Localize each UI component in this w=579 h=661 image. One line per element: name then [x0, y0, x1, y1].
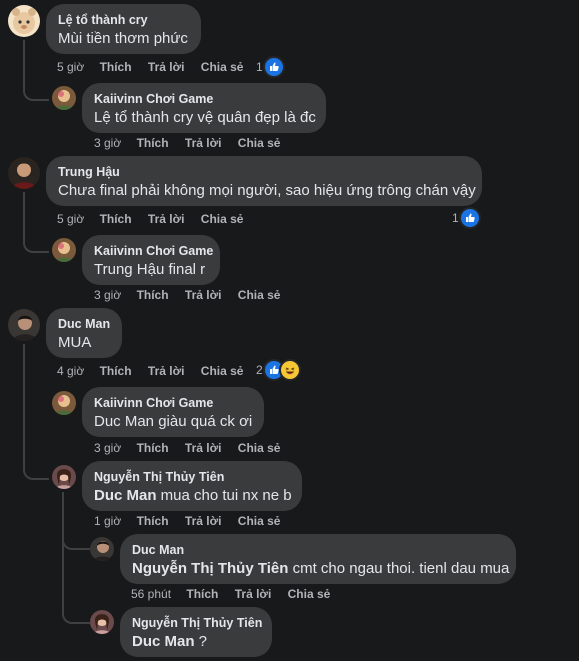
comment-bubble: Duc Man Nguyễn Thị Thủy Tiên cmt cho nga…: [120, 534, 516, 584]
like-button[interactable]: Thích: [100, 60, 132, 74]
like-button[interactable]: Thích: [137, 136, 169, 150]
comment-bubble: Nguyễn Thị Thủy Tiên Duc Man ?: [120, 607, 272, 657]
like-icon: [458, 207, 481, 229]
reply-button[interactable]: Trả lời: [185, 136, 222, 150]
comment-bubble: Kaiivinn Chơi Game Lệ tổ thành cry vệ qu…: [82, 83, 326, 133]
comment-actions: 3 giờ Thích Trả lời Chia sẻ: [94, 135, 280, 151]
comment-text: Lệ tổ thành cry vệ quân đẹp là đc: [94, 109, 316, 126]
comment-actions: 5 giờ Thích Trả lời Chia sẻ: [57, 59, 243, 75]
commenter-name[interactable]: Kaiivinn Chơi Game: [94, 243, 213, 259]
avatar[interactable]: [90, 537, 114, 561]
like-icon: [262, 56, 285, 78]
like-button[interactable]: Thích: [137, 441, 169, 455]
avatar[interactable]: [8, 5, 40, 37]
comment-bubble: Kaiivinn Chơi Game Duc Man giàu quá ck ơ…: [82, 387, 264, 437]
share-button[interactable]: Chia sẻ: [288, 587, 331, 601]
comment-time[interactable]: 3 giờ: [94, 136, 121, 150]
comment-body: ?: [194, 633, 208, 650]
comment-bubble: Duc Man MUA: [46, 308, 122, 358]
share-button[interactable]: Chia sẻ: [238, 514, 281, 528]
haha-icon: [278, 359, 301, 381]
comment-bubble: Kaiivinn Chơi Game Trung Hậu final r: [82, 235, 220, 285]
comment-actions: 4 giờ Thích Trả lời Chia sẻ: [57, 363, 243, 379]
comment-time[interactable]: 56 phút: [131, 587, 171, 601]
commenter-name[interactable]: Kaiivinn Chơi Game: [94, 91, 314, 107]
reaction-count: 1: [452, 211, 459, 225]
reaction-count: 1: [256, 60, 263, 74]
thread-line: [62, 530, 90, 550]
commenter-name[interactable]: Lệ tổ thành cry: [58, 12, 189, 28]
commenter-name[interactable]: Nguyễn Thị Thủy Tiên: [94, 469, 290, 485]
comment-bubble: Nguyễn Thị Thủy Tiên Duc Man mua cho tui…: [82, 461, 302, 511]
like-button[interactable]: Thích: [186, 587, 218, 601]
mention-link[interactable]: Duc Man: [94, 487, 157, 504]
avatar[interactable]: [90, 610, 114, 634]
comment-actions: 3 giờ Thích Trả lời Chia sẻ: [94, 440, 280, 456]
comment-text: Duc Man giàu quá ck ơi: [94, 413, 253, 430]
like-button[interactable]: Thích: [100, 212, 132, 226]
comment-actions: 56 phút Thích Trả lời Chia sẻ: [131, 586, 330, 602]
like-button[interactable]: Thích: [100, 364, 132, 378]
avatar[interactable]: [52, 86, 76, 110]
like-button[interactable]: Thích: [137, 288, 169, 302]
avatar[interactable]: [52, 465, 76, 489]
mention-link[interactable]: Nguyễn Thị Thủy Tiên: [132, 560, 288, 577]
reaction-summary[interactable]: 1: [452, 207, 481, 229]
thread-line: [62, 548, 90, 624]
reply-button[interactable]: Trả lời: [185, 441, 222, 455]
comment-bubble: Lệ tổ thành cry Mùi tiền thơm phức: [46, 4, 201, 54]
comment-text: Nguyễn Thị Thủy Tiên cmt cho ngau thoi. …: [132, 559, 509, 579]
comment-actions: 3 giờ Thích Trả lời Chia sẻ: [94, 287, 280, 303]
commenter-name[interactable]: Duc Man: [132, 542, 504, 558]
thread-line: [23, 400, 49, 480]
like-button[interactable]: Thích: [137, 514, 169, 528]
reply-button[interactable]: Trả lời: [148, 60, 185, 74]
comment-bubble: Trung Hậu Chưa final phải không mọi ngườ…: [46, 156, 482, 206]
mention-link[interactable]: Duc Man: [132, 633, 195, 650]
comment-time[interactable]: 3 giờ: [94, 288, 121, 302]
commenter-name[interactable]: Kaiivinn Chơi Game: [94, 395, 252, 411]
thread-line: [23, 40, 49, 101]
share-button[interactable]: Chia sẻ: [201, 60, 244, 74]
comment-body: cmt cho ngau thoi. tienl dau mua: [288, 560, 510, 577]
reaction-count: 2: [256, 363, 263, 377]
avatar[interactable]: [52, 391, 76, 415]
comment-text: Duc Man ?: [132, 632, 260, 652]
comment-actions: 1 giờ Thích Trả lời Chia sẻ: [94, 513, 280, 529]
reply-button[interactable]: Trả lời: [185, 514, 222, 528]
avatar[interactable]: [8, 157, 40, 189]
share-button[interactable]: Chia sẻ: [238, 441, 281, 455]
avatar[interactable]: [52, 238, 76, 262]
thread-line: [23, 192, 49, 253]
avatar[interactable]: [8, 309, 40, 341]
share-button[interactable]: Chia sẻ: [201, 364, 244, 378]
commenter-name[interactable]: Duc Man: [58, 316, 110, 332]
share-button[interactable]: Chia sẻ: [238, 136, 281, 150]
comment-time[interactable]: 1 giờ: [94, 514, 121, 528]
reaction-summary[interactable]: 1: [256, 56, 285, 78]
share-button[interactable]: Chia sẻ: [201, 212, 244, 226]
comment-text: Duc Man mua cho tui nx ne b: [94, 486, 292, 506]
reaction-summary[interactable]: 2: [256, 359, 301, 381]
reply-button[interactable]: Trả lời: [185, 288, 222, 302]
share-button[interactable]: Chia sẻ: [238, 288, 281, 302]
comment-text: MUA: [58, 334, 92, 351]
reply-button[interactable]: Trả lời: [148, 212, 185, 226]
comment-actions: 5 giờ Thích Trả lời Chia sẻ: [57, 211, 243, 227]
commenter-name[interactable]: Trung Hậu: [58, 164, 470, 180]
thread-line: [23, 344, 25, 402]
comment-time[interactable]: 4 giờ: [57, 364, 84, 378]
comment-text: Trung Hậu final r: [94, 261, 206, 278]
reply-button[interactable]: Trả lời: [235, 587, 272, 601]
comment-time[interactable]: 3 giờ: [94, 441, 121, 455]
comment-text: Mùi tiền thơm phức: [58, 30, 188, 47]
comment-time[interactable]: 5 giờ: [57, 212, 84, 226]
comment-body: mua cho tui nx ne b: [156, 487, 292, 504]
comment-time[interactable]: 5 giờ: [57, 60, 84, 74]
reply-button[interactable]: Trả lời: [148, 364, 185, 378]
commenter-name[interactable]: Nguyễn Thị Thủy Tiên: [132, 615, 262, 631]
comment-text: Chưa final phải không mọi người, sao hiệ…: [58, 182, 476, 199]
